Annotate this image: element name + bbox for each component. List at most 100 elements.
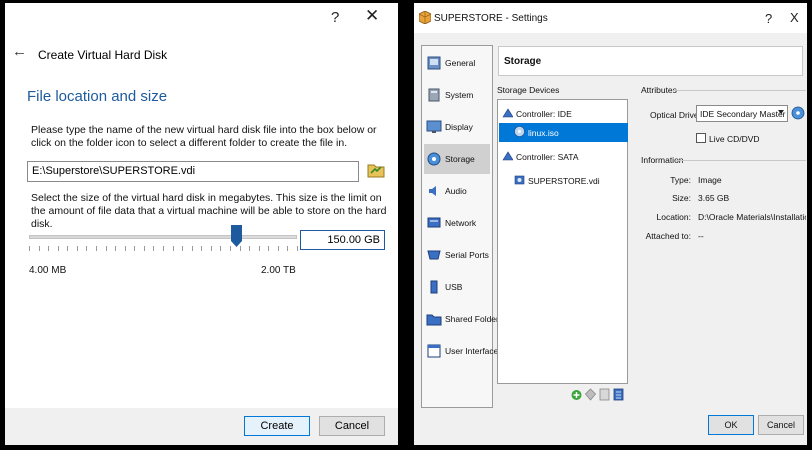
ok-button[interactable]: OK	[708, 415, 754, 435]
slider-tick	[201, 246, 202, 251]
slider-tick	[182, 246, 183, 251]
storage-tree-item-label: SUPERSTORE.vdi	[528, 176, 600, 186]
storage-tree-toolbar	[571, 388, 627, 404]
live-cd-checkbox[interactable]	[696, 133, 706, 143]
virtualbox-logo-icon	[419, 11, 431, 24]
network-icon	[427, 217, 441, 228]
sidebar-item-serial-ports[interactable]: Serial Ports	[424, 240, 490, 270]
max-size-label: 2.00 TB	[261, 265, 296, 276]
page-heading: File location and size	[27, 88, 168, 105]
slider-tick	[48, 246, 49, 251]
folder-icon[interactable]	[367, 161, 385, 179]
sata-controller-icon	[502, 151, 513, 161]
add-controller-icon[interactable]	[571, 388, 582, 401]
section-header: Storage	[498, 46, 803, 76]
slider-tick	[134, 246, 135, 251]
create-button[interactable]: Create	[244, 416, 310, 436]
storage-tree-item[interactable]: linux.iso	[499, 123, 628, 142]
info-value: 3.65 GB	[698, 193, 730, 203]
info-key: Size:	[672, 193, 691, 203]
info-value: Image	[698, 175, 722, 185]
sidebar-item-label: General	[445, 58, 476, 68]
size-slider-track[interactable]	[29, 235, 297, 239]
storage-tree-item[interactable]: Controller: IDE	[499, 104, 628, 123]
size-input[interactable]: 150.00 GB	[300, 230, 385, 250]
help-button[interactable]: ?	[331, 9, 339, 26]
slider-tick	[259, 246, 260, 251]
screenshot-root: ? ✕ ← Create Virtual Hard Disk File loca…	[0, 0, 812, 450]
size-slider-fill	[30, 236, 235, 238]
info-key: Attached to:	[645, 231, 691, 241]
general-icon	[427, 56, 441, 70]
display-icon	[426, 120, 442, 133]
location-instructions: Please type the name of the new virtual …	[31, 124, 377, 149]
storage-tree-item-label: Controller: IDE	[516, 109, 572, 119]
attributes-divider	[672, 90, 806, 91]
slider-tick	[39, 246, 40, 251]
back-arrow-icon[interactable]: ←	[12, 43, 27, 60]
storage-tree-item-label: linux.iso	[528, 128, 559, 138]
system-icon	[428, 88, 440, 102]
slider-tick	[106, 246, 107, 251]
user-interface-icon	[427, 344, 441, 358]
info-value: --	[698, 231, 704, 241]
remove-attachment-icon[interactable]	[613, 388, 624, 401]
slider-tick	[287, 246, 288, 251]
slider-tick	[115, 246, 116, 251]
cancel-button[interactable]: Cancel	[758, 415, 804, 435]
slider-tick	[297, 246, 298, 251]
slider-tick	[173, 246, 174, 251]
storage-tree-item-label: Controller: SATA	[516, 152, 579, 162]
add-attachment-icon[interactable]	[599, 388, 610, 401]
shared-folders-icon	[426, 314, 442, 326]
slider-tick	[67, 246, 68, 251]
storage-tree-item[interactable]: Controller: SATA	[499, 147, 628, 166]
size-slider-ticks	[29, 246, 298, 252]
sidebar-item-usb[interactable]: USB	[424, 272, 490, 302]
slider-tick	[29, 246, 30, 251]
live-cd-label[interactable]: Live CD/DVD	[709, 134, 760, 144]
info-key: Location:	[656, 212, 692, 222]
slider-tick	[77, 246, 78, 251]
dialog-title: Create Virtual Hard Disk	[38, 48, 168, 62]
close-button[interactable]: X	[790, 10, 799, 25]
storage-devices-label: Storage Devices	[497, 85, 560, 95]
serial-ports-icon	[427, 250, 441, 260]
sidebar-item-label: Audio	[445, 186, 467, 196]
sidebar-item-label: User Interface	[445, 346, 499, 356]
sidebar-item-shared-folders[interactable]: Shared Folders	[424, 304, 503, 334]
slider-tick	[278, 246, 279, 251]
size-instructions: Select the size of the virtual hard disk…	[31, 192, 387, 230]
info-key: Type:	[670, 175, 691, 185]
chevron-down-icon[interactable]	[778, 110, 784, 114]
remove-controller-icon[interactable]	[585, 388, 596, 401]
storage-tree: Controller: IDE linux.iso Controller: SATA…	[497, 99, 628, 384]
slider-tick	[268, 246, 269, 251]
file-path-input[interactable]: E:\Superstore\SUPERSTORE.vdi	[27, 161, 359, 182]
storage-icon	[427, 152, 441, 166]
usb-icon	[430, 280, 438, 294]
sidebar-item-label: System	[445, 90, 474, 100]
info-value: D:\Oracle Materials\Installation\lin...	[698, 212, 806, 222]
sidebar-item-audio[interactable]: Audio	[424, 176, 490, 206]
sidebar-item-system[interactable]: System	[424, 80, 490, 110]
sidebar-item-user-interface[interactable]: User Interface	[424, 336, 498, 366]
storage-tree-item[interactable]: SUPERSTORE.vdi	[499, 171, 628, 190]
slider-tick	[96, 246, 97, 251]
choose-disk-icon[interactable]	[791, 106, 805, 120]
sidebar-item-display[interactable]: Display	[424, 112, 490, 142]
optical-drive-select[interactable]: IDE Secondary Master	[696, 105, 788, 122]
sidebar-item-label: Storage	[445, 154, 475, 164]
sidebar-item-label: Display	[445, 122, 473, 132]
information-divider	[676, 160, 806, 161]
sidebar-item-storage[interactable]: Storage	[424, 144, 490, 174]
close-button[interactable]: ✕	[365, 6, 379, 26]
cancel-button[interactable]: Cancel	[319, 416, 385, 436]
help-button[interactable]: ?	[765, 11, 772, 26]
slider-tick	[192, 246, 193, 251]
sidebar-item-general[interactable]: General	[424, 48, 490, 78]
hard-disk-icon	[514, 175, 525, 185]
sidebar-item-label: Network	[445, 218, 477, 228]
size-slider-thumb[interactable]	[231, 225, 242, 247]
sidebar-item-network[interactable]: Network	[424, 208, 490, 238]
